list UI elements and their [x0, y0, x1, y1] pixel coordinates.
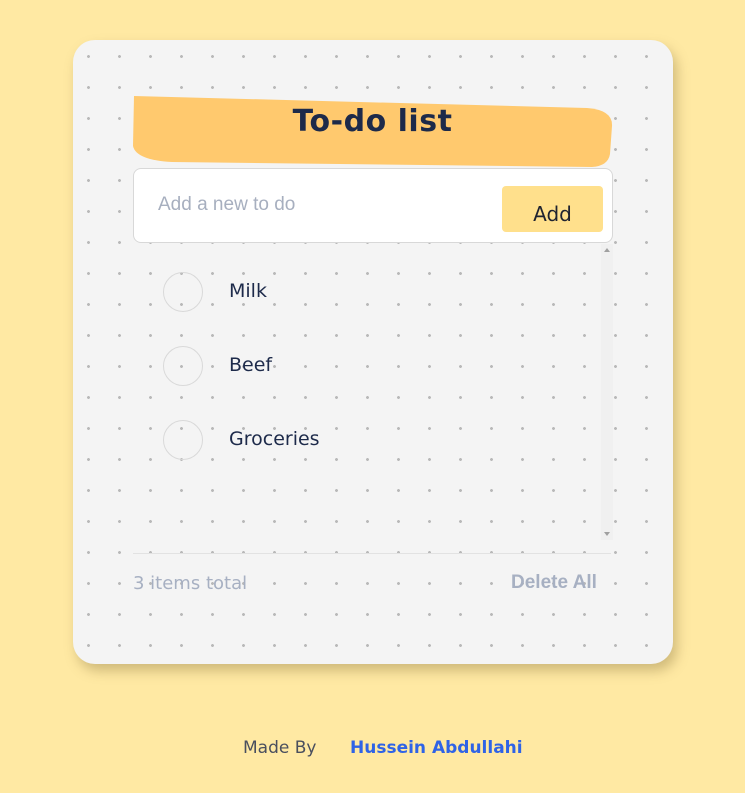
list-item[interactable]: Milk — [163, 272, 563, 316]
credits-footer: Made By Hussein Abdullahi — [0, 738, 745, 764]
todo-label: Milk — [229, 280, 267, 302]
items-total-count: 3 items total — [133, 573, 248, 594]
todo-label: Groceries — [229, 428, 320, 450]
scroll-down-arrow-icon[interactable] — [604, 532, 610, 536]
todo-card: To-do list Add Milk Beef Groceries 3 ite… — [73, 40, 673, 664]
circle-outline-icon[interactable] — [163, 346, 203, 386]
list-item[interactable]: Beef — [163, 346, 563, 390]
delete-all-button[interactable]: Delete All — [511, 572, 597, 594]
author-link[interactable]: Hussein Abdullahi — [350, 738, 523, 758]
list-scrollbar[interactable] — [601, 244, 613, 540]
divider — [133, 553, 611, 554]
page-title: To-do list — [292, 104, 453, 139]
scroll-up-arrow-icon[interactable] — [604, 248, 610, 252]
circle-outline-icon[interactable] — [163, 272, 203, 312]
new-todo-form: Add — [133, 168, 613, 243]
todo-list[interactable]: Milk Beef Groceries — [133, 244, 613, 540]
title-banner: To-do list — [132, 94, 613, 168]
todo-label: Beef — [229, 354, 273, 376]
add-button[interactable]: Add — [502, 186, 603, 232]
made-by-label: Made By — [243, 738, 317, 758]
new-todo-input[interactable] — [158, 189, 478, 221]
list-item[interactable]: Groceries — [163, 420, 563, 464]
circle-outline-icon[interactable] — [163, 420, 203, 460]
